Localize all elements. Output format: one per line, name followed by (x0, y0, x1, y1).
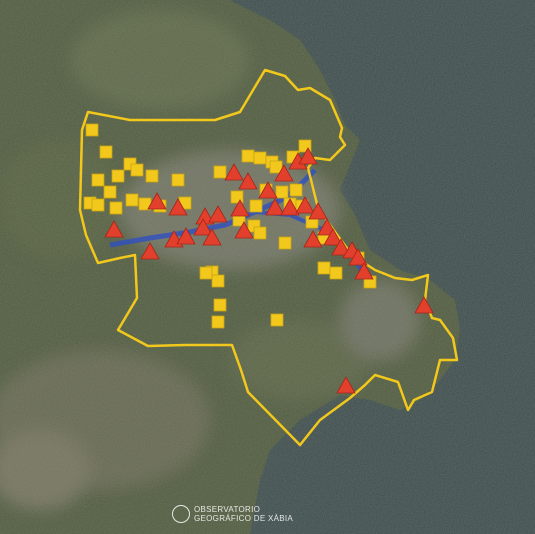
square-marker[interactable] (253, 226, 267, 240)
square-marker[interactable] (85, 123, 99, 137)
square-marker[interactable] (145, 169, 159, 183)
square-marker[interactable] (103, 185, 117, 199)
square-marker[interactable] (213, 165, 227, 179)
square-marker[interactable] (211, 274, 225, 288)
square-marker[interactable] (171, 173, 185, 187)
square-marker[interactable] (91, 173, 105, 187)
square-marker[interactable] (275, 185, 289, 199)
square-marker[interactable] (230, 190, 244, 204)
map-view[interactable]: OBSERVATORIO GEOGRÁFICO DE XÀBIA (0, 0, 535, 534)
credit-line-2: GEOGRÁFICO DE XÀBIA (194, 514, 294, 523)
square-marker[interactable] (329, 266, 343, 280)
square-marker[interactable] (109, 201, 123, 215)
square-marker[interactable] (111, 169, 125, 183)
square-marker[interactable] (91, 198, 105, 212)
square-marker[interactable] (125, 193, 139, 207)
credit-line-1: OBSERVATORIO (194, 505, 261, 514)
square-marker[interactable] (317, 261, 331, 275)
square-marker[interactable] (270, 313, 284, 327)
square-marker[interactable] (213, 298, 227, 312)
credit-text: OBSERVATORIO GEOGRÁFICO DE XÀBIA (194, 505, 293, 523)
square-marker[interactable] (130, 163, 144, 177)
satellite-map (0, 0, 535, 534)
square-marker[interactable] (211, 315, 225, 329)
square-marker[interactable] (289, 183, 303, 197)
square-marker[interactable] (253, 151, 267, 165)
square-marker[interactable] (278, 236, 292, 250)
square-marker[interactable] (241, 149, 255, 163)
square-marker[interactable] (99, 145, 113, 159)
square-marker[interactable] (249, 199, 263, 213)
observatorio-logo-icon (172, 505, 190, 523)
square-marker[interactable] (199, 266, 213, 280)
map-credit: OBSERVATORIO GEOGRÁFICO DE XÀBIA (172, 505, 293, 523)
